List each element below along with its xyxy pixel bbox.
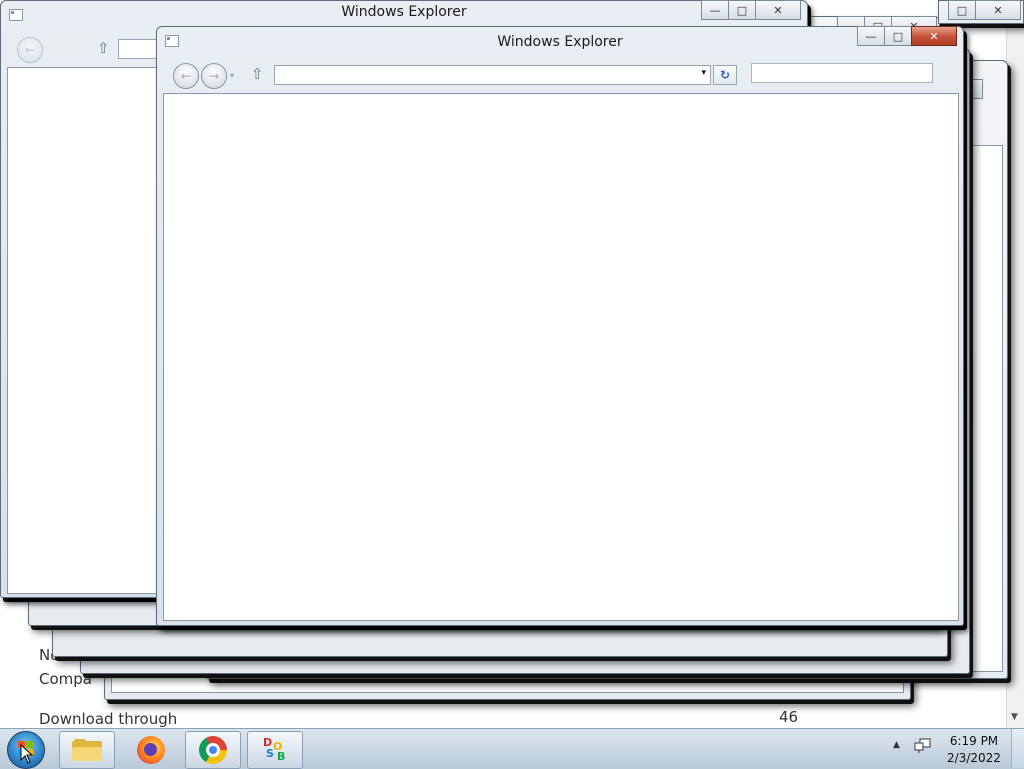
address-dropdown-icon[interactable]: ▾ xyxy=(701,68,706,78)
ghost-window-controls-strip: □ ✕ xyxy=(938,0,1024,24)
background-text-download[interactable]: Download through xyxy=(39,710,177,728)
show-hidden-icons-button[interactable]: ▲ xyxy=(893,740,900,750)
system-clock[interactable]: 6:19 PM 2/3/2022 xyxy=(944,733,1004,767)
taskbar-firefox[interactable] xyxy=(123,731,179,769)
firefox-icon xyxy=(137,736,165,764)
network-icon[interactable] xyxy=(914,738,932,754)
taskbar-dosbox[interactable]: D O S B xyxy=(247,731,303,769)
page-scrollbar[interactable]: ▲ ▼ xyxy=(1006,0,1024,728)
window-controls: — □ ✕ xyxy=(701,0,801,20)
explorer-window-main[interactable]: Windows Explorer — □ ✕ ← → ▾ ⇧ ▾ ↻ xyxy=(156,26,964,626)
refresh-icon: ↻ xyxy=(719,68,731,82)
close-icon: ✕ xyxy=(975,0,1021,20)
back-arrow-icon: ← xyxy=(24,43,36,57)
scroll-down-arrow[interactable]: ▼ xyxy=(1011,712,1018,722)
window-content-area[interactable] xyxy=(163,93,959,621)
back-button[interactable]: ← xyxy=(17,37,43,63)
refresh-button[interactable]: ↻ xyxy=(713,65,737,85)
minimize-button[interactable]: — xyxy=(701,0,729,20)
window-title: Windows Explorer xyxy=(341,4,467,20)
back-button[interactable]: ← xyxy=(173,63,199,89)
taskbar-windows-explorer[interactable] xyxy=(59,731,115,769)
window-content-area[interactable] xyxy=(7,67,169,594)
clock-time: 6:19 PM xyxy=(949,734,999,748)
recent-pages-dropdown[interactable]: ▾ xyxy=(230,71,234,80)
search-input[interactable] xyxy=(751,63,933,83)
back-arrow-icon: ← xyxy=(180,69,192,83)
window-controls: — □ ✕ xyxy=(857,26,957,46)
clock-date: 2/3/2022 xyxy=(947,751,1001,765)
up-folder-button[interactable]: ⇧ xyxy=(251,65,264,83)
maximize-button[interactable]: □ xyxy=(728,0,756,20)
address-bar[interactable]: ▾ xyxy=(274,65,711,85)
forward-arrow-icon: → xyxy=(208,69,220,83)
background-number: 46 xyxy=(779,708,799,726)
up-folder-button[interactable]: ⇧ xyxy=(97,39,110,57)
ghost-window-controls: □ ✕ xyxy=(948,0,1021,20)
dosbox-icon: D O S B xyxy=(263,736,286,763)
close-button[interactable]: ✕ xyxy=(911,26,957,46)
maximize-icon: □ xyxy=(948,0,976,20)
window-title: Windows Explorer xyxy=(497,34,623,50)
mouse-cursor-icon xyxy=(20,744,34,764)
folder-icon xyxy=(72,739,102,761)
taskbar: D O S B xyxy=(0,728,1024,769)
taskbar-chrome[interactable] xyxy=(185,731,241,769)
show-desktop-button[interactable] xyxy=(1011,729,1024,768)
forward-button[interactable]: → xyxy=(201,63,227,89)
chrome-icon xyxy=(199,736,227,764)
minimize-button[interactable]: — xyxy=(857,26,885,46)
close-button[interactable]: ✕ xyxy=(755,0,801,20)
maximize-button[interactable]: □ xyxy=(884,26,912,46)
